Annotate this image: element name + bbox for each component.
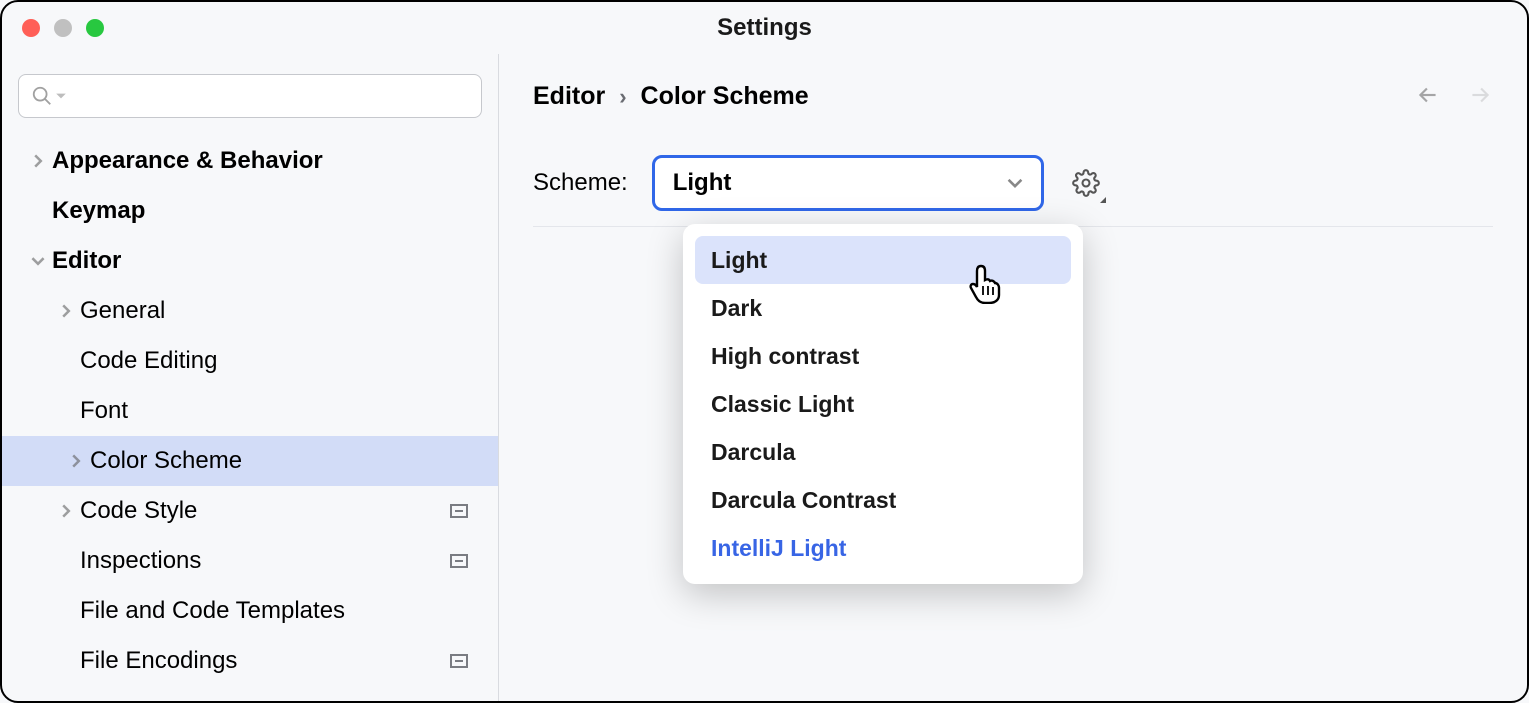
sidebar-item-font[interactable]: Font	[18, 386, 482, 436]
sidebar-item-file-code-templates[interactable]: File and Code Templates	[18, 586, 482, 636]
nav-back-button[interactable]	[1415, 82, 1441, 113]
sidebar-item-label: Keymap	[52, 197, 482, 225]
settings-sidebar: Appearance & Behavior Keymap Editor Gene…	[2, 54, 499, 701]
sidebar-item-code-editing[interactable]: Code Editing	[18, 336, 482, 386]
search-input[interactable]	[73, 86, 481, 107]
sidebar-item-label: Code Editing	[80, 347, 482, 375]
nav-forward-button[interactable]	[1467, 82, 1493, 113]
breadcrumb: Editor › Color Scheme	[533, 82, 1493, 111]
nav-arrows	[1415, 82, 1493, 113]
sidebar-item-label: Editor	[52, 247, 482, 275]
chevron-down-icon	[1007, 175, 1023, 191]
chevron-right-icon: ›	[619, 84, 626, 110]
scheme-option-darcula-contrast[interactable]: Darcula Contrast	[695, 476, 1071, 524]
minimize-window-button[interactable]	[54, 19, 72, 37]
sidebar-item-label: General	[80, 297, 482, 325]
sidebar-item-inspections[interactable]: Inspections	[18, 536, 482, 586]
settings-tree: Appearance & Behavior Keymap Editor Gene…	[18, 136, 482, 686]
sidebar-item-label: Code Style	[80, 497, 450, 525]
sidebar-item-keymap[interactable]: Keymap	[18, 186, 482, 236]
chevron-right-icon	[24, 154, 52, 168]
project-level-badge-icon	[450, 504, 468, 518]
sidebar-item-code-style[interactable]: Code Style	[18, 486, 482, 536]
chevron-right-icon	[52, 504, 80, 518]
scheme-dropdown: Light Dark High contrast Classic Light D…	[683, 224, 1083, 584]
scheme-option-light[interactable]: Light	[695, 236, 1071, 284]
scheme-label: Scheme:	[533, 169, 628, 197]
chevron-right-icon	[62, 454, 90, 468]
window-controls	[22, 19, 104, 37]
sidebar-item-file-encodings[interactable]: File Encodings	[18, 636, 482, 686]
sidebar-item-label: Font	[80, 397, 482, 425]
chevron-right-icon	[52, 304, 80, 318]
sidebar-item-label: Inspections	[80, 547, 450, 575]
scheme-option-high-contrast[interactable]: High contrast	[695, 332, 1071, 380]
sidebar-item-color-scheme[interactable]: Color Scheme	[2, 436, 498, 486]
search-dropdown-chevron-icon[interactable]	[55, 90, 67, 102]
scheme-select[interactable]: Light	[652, 155, 1044, 211]
sidebar-item-label: File Encodings	[80, 647, 450, 675]
scheme-option-dark[interactable]: Dark	[695, 284, 1071, 332]
breadcrumb-leaf: Color Scheme	[641, 82, 809, 111]
maximize-window-button[interactable]	[86, 19, 104, 37]
search-icon	[31, 85, 53, 107]
chevron-down-icon	[24, 254, 52, 268]
project-level-badge-icon	[450, 554, 468, 568]
close-window-button[interactable]	[22, 19, 40, 37]
gear-icon	[1072, 169, 1100, 197]
main-panel: Editor › Color Scheme Scheme: Light	[499, 54, 1527, 701]
project-level-badge-icon	[450, 654, 468, 668]
sidebar-item-editor[interactable]: Editor	[18, 236, 482, 286]
scheme-selected-value: Light	[673, 169, 732, 197]
search-field-container[interactable]	[18, 74, 482, 118]
scheme-option-intellij-light[interactable]: IntelliJ Light	[695, 524, 1071, 572]
titlebar: Settings	[2, 2, 1527, 54]
scheme-option-classic-light[interactable]: Classic Light	[695, 380, 1071, 428]
sidebar-item-label: Color Scheme	[90, 447, 498, 475]
window-title: Settings	[2, 14, 1527, 42]
sidebar-item-label: File and Code Templates	[80, 597, 482, 625]
breadcrumb-root[interactable]: Editor	[533, 82, 605, 111]
scheme-option-darcula[interactable]: Darcula	[695, 428, 1071, 476]
scheme-actions-button[interactable]	[1068, 165, 1104, 201]
sidebar-item-appearance-behavior[interactable]: Appearance & Behavior	[18, 136, 482, 186]
sidebar-item-label: Appearance & Behavior	[52, 147, 482, 175]
sidebar-item-general[interactable]: General	[18, 286, 482, 336]
